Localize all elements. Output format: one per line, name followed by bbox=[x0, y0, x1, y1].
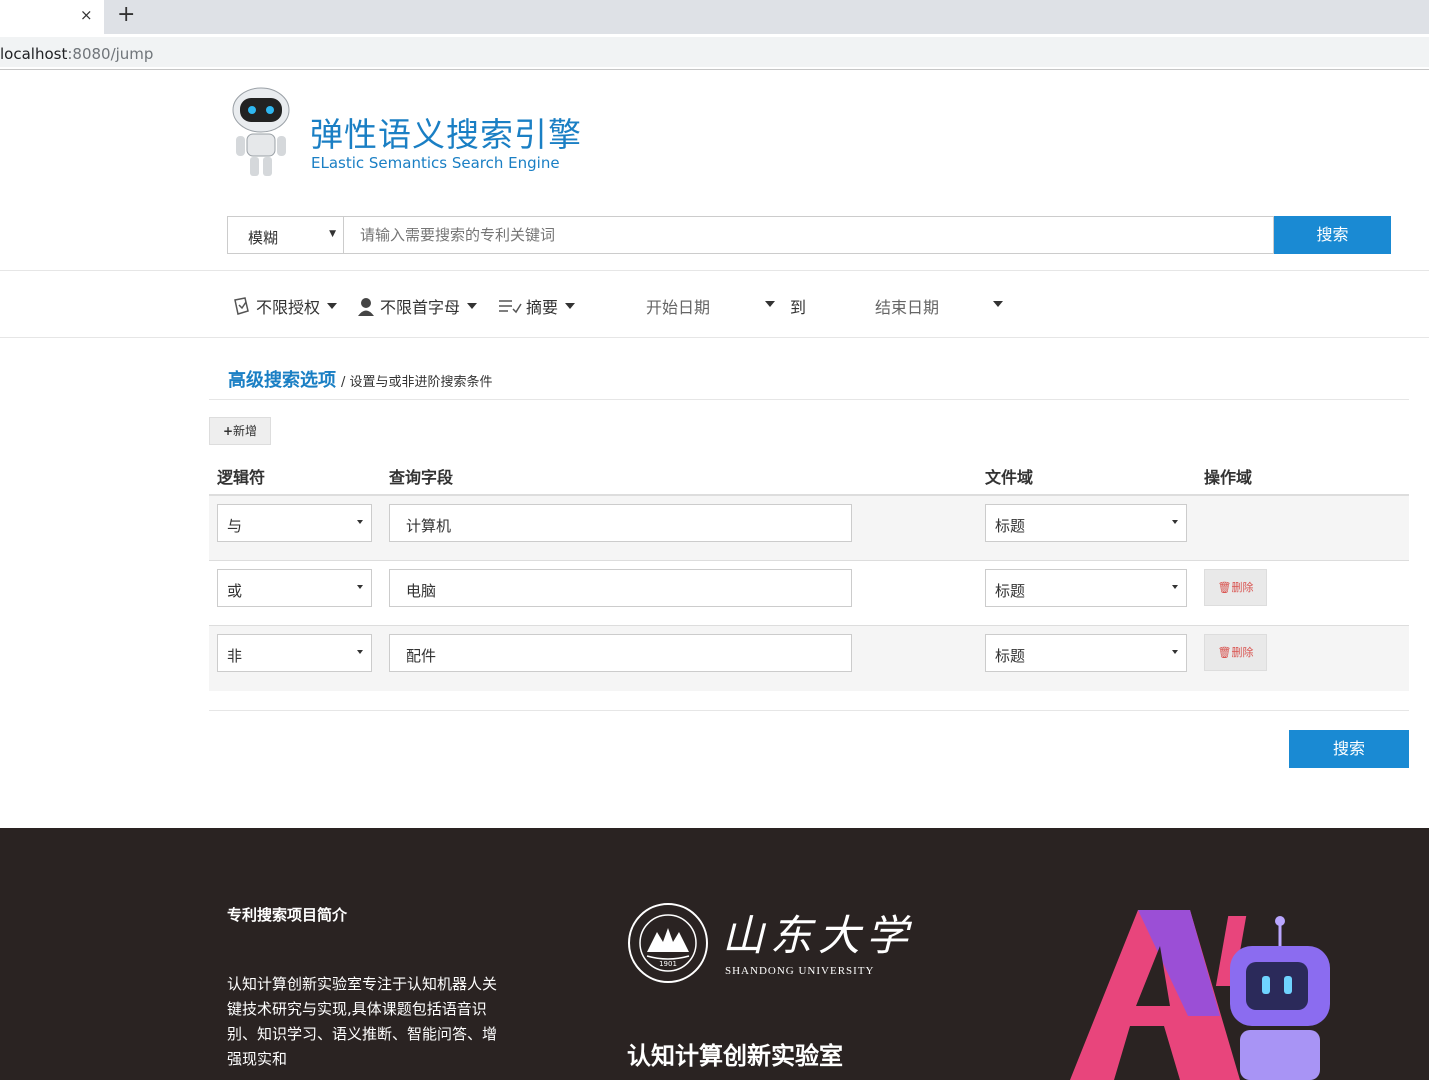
divider bbox=[209, 399, 1409, 400]
chevron-down-icon bbox=[357, 650, 363, 654]
footer: 专利搜索项目简介 认知计算创新实验室专注于认知机器人关键技术研究与实现,具体课题… bbox=[0, 828, 1429, 1080]
filter-summary-label: 摘要 bbox=[526, 298, 559, 317]
filter-letter-label: 不限首字母 bbox=[380, 298, 461, 317]
query-field-input[interactable]: 计算机 bbox=[389, 504, 852, 542]
chevron-down-icon bbox=[1172, 520, 1178, 524]
query-field-input[interactable]: 配件 bbox=[389, 634, 852, 672]
end-date-input[interactable]: 结束日期 bbox=[875, 294, 939, 318]
chevron-down-icon bbox=[1172, 650, 1178, 654]
lab-name: 认知计算创新实验室 bbox=[627, 1042, 843, 1070]
delete-button[interactable]: 🗑删除 bbox=[1204, 634, 1267, 671]
add-condition-button[interactable]: +新增 bbox=[209, 417, 271, 445]
filter-auth-label: 不限授权 bbox=[256, 298, 321, 317]
trash-icon: 🗑 bbox=[1217, 581, 1232, 594]
divider bbox=[209, 710, 1409, 711]
logic-select[interactable]: 与 bbox=[217, 504, 372, 542]
robot-logo-icon bbox=[232, 87, 290, 176]
caret-down-icon bbox=[565, 303, 576, 309]
user-icon bbox=[358, 298, 374, 316]
university-name-en: SHANDONG UNIVERSITY bbox=[725, 965, 875, 977]
trash-icon: 🗑 bbox=[1217, 646, 1232, 659]
column-header-logic: 逻辑符 bbox=[217, 468, 266, 487]
advanced-title: 高级搜索选项 bbox=[228, 370, 336, 391]
date-to-label: 到 bbox=[790, 298, 807, 317]
delete-button[interactable]: 🗑删除 bbox=[1204, 569, 1267, 606]
search-mode-select[interactable]: 模糊 ▼ bbox=[227, 216, 344, 254]
divider bbox=[0, 270, 1429, 271]
domain-select[interactable]: 标题 bbox=[985, 504, 1187, 542]
advanced-search-button[interactable]: 搜索 bbox=[1289, 730, 1409, 768]
advanced-subtitle: / 设置与或非进阶搜索条件 bbox=[341, 375, 493, 390]
column-header-field: 查询字段 bbox=[389, 468, 454, 487]
filter-letter[interactable]: 不限首字母 bbox=[356, 294, 478, 318]
close-icon[interactable]: × bbox=[80, 6, 93, 24]
query-field-input[interactable]: 电脑 bbox=[389, 569, 852, 607]
divider bbox=[0, 337, 1429, 338]
domain-select[interactable]: 标题 bbox=[985, 634, 1187, 672]
start-date-input[interactable]: 开始日期 bbox=[646, 294, 710, 318]
filter-auth[interactable]: 不限授权 bbox=[232, 294, 338, 318]
end-date-caret-icon[interactable] bbox=[993, 301, 1003, 307]
university-seal-icon: 1901 bbox=[628, 903, 708, 983]
chevron-down-icon bbox=[357, 520, 363, 524]
plus-icon: + bbox=[222, 424, 234, 438]
footer-description: 认知计算创新实验室专注于认知机器人关键技术研究与实现,具体课题包括语音识别、知识… bbox=[227, 975, 498, 1068]
site-subtitle: ELastic Semantics Search Engine bbox=[311, 154, 560, 172]
chevron-down-icon: ▼ bbox=[329, 229, 336, 239]
address-field[interactable]: localhost:8080/jump bbox=[0, 37, 1429, 67]
search-input[interactable] bbox=[343, 216, 1274, 254]
chevron-down-icon bbox=[1172, 585, 1178, 589]
footer-title: 专利搜索项目简介 bbox=[227, 906, 348, 924]
domain-select[interactable]: 标题 bbox=[985, 569, 1187, 607]
site-title: 弹性语义搜索引擎 bbox=[310, 115, 582, 154]
column-header-action: 操作域 bbox=[1204, 468, 1253, 487]
caret-down-icon bbox=[327, 303, 338, 309]
ai-robot-illustration bbox=[1070, 910, 1330, 1080]
browser-tab-bar: × + bbox=[0, 0, 1429, 34]
start-date-caret-icon[interactable] bbox=[765, 301, 775, 307]
list-check-icon bbox=[499, 300, 522, 314]
new-tab-icon[interactable]: + bbox=[117, 2, 135, 27]
filter-summary[interactable]: 摘要 bbox=[498, 294, 576, 318]
address-bar[interactable]: localhost:8080/jump bbox=[0, 34, 1429, 70]
logic-select[interactable]: 或 bbox=[217, 569, 372, 607]
university-name: 山东大学 bbox=[722, 911, 915, 960]
document-check-icon bbox=[234, 297, 249, 315]
search-mode-value: 模糊 bbox=[248, 229, 279, 247]
svg-text:1901: 1901 bbox=[659, 960, 677, 968]
column-header-domain: 文件域 bbox=[985, 468, 1034, 487]
chevron-down-icon bbox=[357, 585, 363, 589]
url-text: localhost:8080/jump bbox=[0, 45, 154, 63]
search-button[interactable]: 搜索 bbox=[1274, 216, 1391, 254]
browser-tab[interactable]: × bbox=[0, 0, 104, 34]
logic-select[interactable]: 非 bbox=[217, 634, 372, 672]
caret-down-icon bbox=[467, 303, 478, 309]
